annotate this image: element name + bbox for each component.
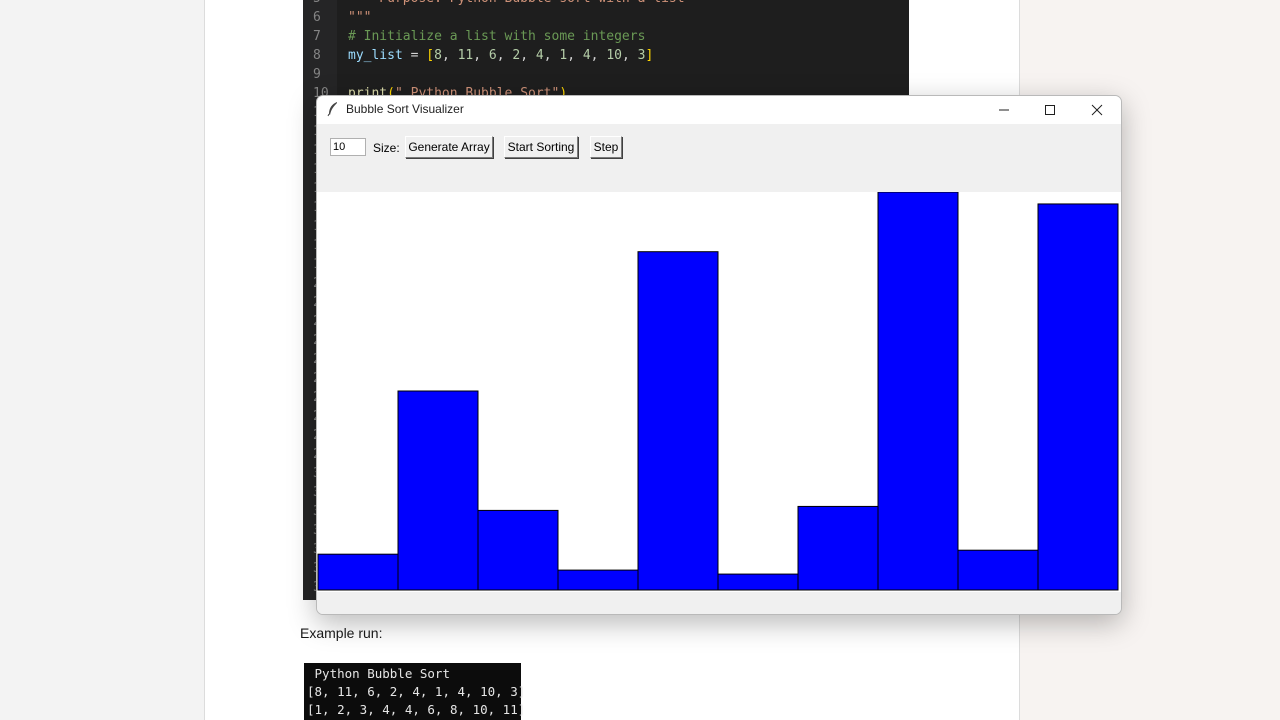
bar xyxy=(957,549,1039,591)
bar xyxy=(1037,203,1119,591)
code-text: # Initialize a list with some integers xyxy=(348,29,646,44)
bottom-strip xyxy=(317,592,1121,614)
generate-array-button[interactable]: Generate Array xyxy=(405,136,493,158)
example-run-label: Example run: xyxy=(300,625,383,641)
maximize-button[interactable] xyxy=(1027,96,1073,124)
bubble-sort-window: Bubble Sort Visualizer Size: Generate Ar… xyxy=(316,95,1122,615)
bar xyxy=(877,192,959,591)
bar-canvas xyxy=(317,192,1121,592)
close-icon xyxy=(1091,104,1103,116)
toolbar: Size: Generate Array Start Sorting Step xyxy=(317,124,1121,192)
bar xyxy=(557,569,639,591)
step-button[interactable]: Step xyxy=(590,136,622,158)
code-text: """ xyxy=(348,10,372,25)
line-number: 9 xyxy=(313,67,321,82)
minimize-button[interactable] xyxy=(981,96,1027,124)
minimize-icon xyxy=(999,109,1009,111)
bar xyxy=(317,553,399,591)
line-number: 5 xyxy=(313,0,321,8)
close-button[interactable] xyxy=(1074,96,1120,124)
bar xyxy=(397,390,479,591)
terminal-line: Python Bubble Sort xyxy=(307,666,450,681)
bar xyxy=(717,573,799,591)
size-label: Size: xyxy=(373,141,400,155)
maximize-icon xyxy=(1045,105,1055,115)
title-bar[interactable]: Bubble Sort Visualizer xyxy=(317,96,1121,124)
feather-icon xyxy=(327,102,337,117)
code-text: Purpose: Python Bubble sort with a list xyxy=(348,0,684,8)
size-input[interactable] xyxy=(330,138,366,156)
line-number: 6 xyxy=(313,10,321,25)
page-border-left xyxy=(204,0,205,720)
bar-chart xyxy=(317,192,1119,591)
window-title: Bubble Sort Visualizer xyxy=(346,102,464,116)
terminal-line: [1, 2, 3, 4, 4, 6, 8, 10, 11] xyxy=(307,702,526,717)
line-number: 8 xyxy=(313,48,321,63)
start-sorting-button[interactable]: Start Sorting xyxy=(504,136,578,158)
terminal-output: Python Bubble Sort [8, 11, 6, 2, 4, 1, 4… xyxy=(304,663,525,720)
line-number: 7 xyxy=(313,29,321,44)
terminal-line: [8, 11, 6, 2, 4, 1, 4, 10, 3] xyxy=(307,684,526,699)
bar xyxy=(637,251,719,591)
bar xyxy=(477,509,559,591)
code-text: my_list = [8, 11, 6, 2, 4, 1, 4, 10, 3] xyxy=(348,48,654,63)
bar xyxy=(797,505,879,591)
